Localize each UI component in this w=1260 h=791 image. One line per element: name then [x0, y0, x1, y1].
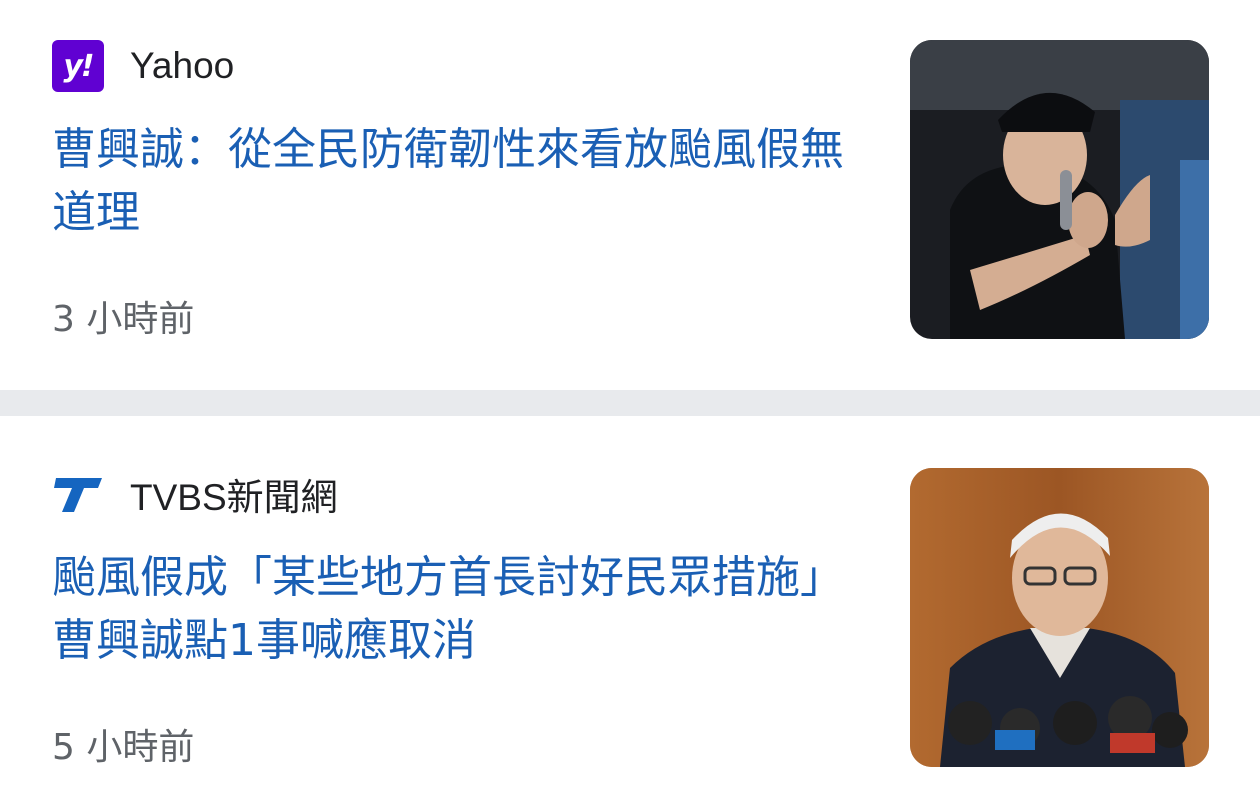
article-thumbnail[interactable]	[910, 40, 1209, 339]
news-card[interactable]: TVBS新聞網 颱風假成「某些地方首長討好民眾措施」 曹興誠點1事喊應取消 5 …	[0, 416, 1260, 791]
tvbs-logo-icon	[54, 478, 102, 512]
timestamp: 3 小時前	[52, 299, 195, 340]
source-row: TVBS新聞網	[52, 468, 338, 520]
article-thumbnail[interactable]	[910, 468, 1209, 767]
news-card[interactable]: y! Yahoo 曹興誠：從全民防衛韌性來看放颱風假無道理 3 小時前	[0, 0, 1260, 390]
timestamp: 5 小時前	[52, 727, 195, 768]
headline[interactable]: 曹興誠：從全民防衛韌性來看放颱風假無道理	[52, 118, 852, 244]
source-row: y! Yahoo	[52, 40, 234, 92]
source-name: TVBS新聞網	[130, 477, 338, 518]
headline[interactable]: 颱風假成「某些地方首長討好民眾措施」 曹興誠點1事喊應取消	[52, 546, 852, 672]
source-name: Yahoo	[130, 45, 235, 86]
yahoo-logo-icon: y!	[52, 40, 104, 92]
section-divider	[0, 390, 1260, 416]
